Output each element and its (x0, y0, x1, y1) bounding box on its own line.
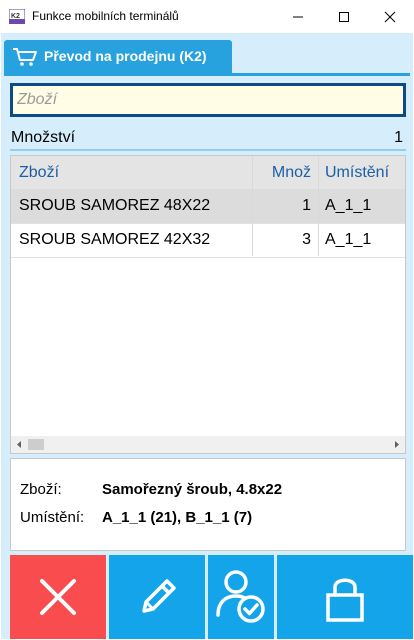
maximize-button[interactable] (321, 0, 367, 33)
maximize-icon (339, 12, 349, 22)
table-row[interactable]: SROUB SAMOREZ 48X22 1 A_1_1 (11, 189, 405, 224)
app-panel: Převod na prodejnu (K2) Množství 1 Zboží… (1, 33, 413, 639)
column-header-item[interactable]: Zboží (11, 156, 252, 189)
quantity-divider (10, 149, 406, 151)
items-grid[interactable]: Zboží Množ Umístění SROUB SAMOREZ 48X22 … (10, 155, 406, 454)
scroll-right-button[interactable] (388, 436, 405, 453)
horizontal-scrollbar[interactable] (11, 436, 405, 453)
scroll-left-icon (17, 441, 21, 448)
scroll-thumb[interactable] (28, 439, 44, 450)
detail-item-value: Samořezný šroub, 4.8x22 (102, 481, 283, 498)
close-icon (40, 579, 76, 615)
scroll-left-button[interactable] (11, 436, 28, 453)
column-header-quantity[interactable]: Množ (252, 156, 318, 189)
app-icon: K2 (9, 9, 25, 24)
cell-item: SROUB SAMOREZ 48X22 (19, 197, 211, 214)
user-check-icon (216, 570, 265, 623)
detail-item-label: Zboží: (20, 481, 62, 498)
grid-header: Zboží Množ Umístění (11, 156, 405, 190)
minimize-icon (293, 16, 303, 18)
minimize-button[interactable] (275, 0, 321, 33)
search-input[interactable] (13, 86, 403, 114)
cell-item: SROUB SAMOREZ 42X32 (19, 231, 211, 248)
edit-button[interactable] (109, 555, 205, 639)
lock-icon (326, 578, 364, 622)
app-icon-text: K2 (11, 13, 20, 20)
window-title-bar: K2 Funkce mobilních terminálů (0, 0, 414, 33)
lock-button[interactable] (277, 555, 413, 639)
cart-icon (13, 48, 37, 66)
tab-transfer[interactable]: Převod na prodejnu (K2) (4, 40, 232, 73)
quantity-label: Množství (11, 129, 76, 146)
detail-panel: Zboží: Samořezný šroub, 4.8x22 Umístění:… (10, 458, 406, 551)
cell-quantity: 3 (252, 223, 318, 256)
close-icon (384, 11, 396, 23)
scroll-right-icon (395, 441, 399, 448)
column-header-location[interactable]: Umístění (318, 156, 405, 189)
window-title: Funkce mobilních terminálů (32, 9, 179, 23)
tab-underline (4, 73, 410, 76)
table-row[interactable]: SROUB SAMOREZ 42X32 3 A_1_1 (11, 223, 405, 258)
detail-location-label: Umístění: (20, 509, 85, 526)
tab-label: Převod na prodejnu (K2) (44, 48, 207, 64)
pencil-icon (142, 579, 176, 613)
cell-quantity: 1 (252, 189, 318, 222)
cell-location: A_1_1 (318, 189, 405, 222)
detail-location-value: A_1_1 (21), B_1_1 (7) (102, 509, 253, 526)
quantity-value[interactable]: 1 (394, 129, 403, 147)
cancel-button[interactable] (10, 555, 106, 639)
cell-location: A_1_1 (318, 223, 405, 256)
close-window-button[interactable] (367, 0, 413, 33)
search-box[interactable] (10, 83, 406, 117)
user-confirm-button[interactable] (208, 555, 274, 639)
